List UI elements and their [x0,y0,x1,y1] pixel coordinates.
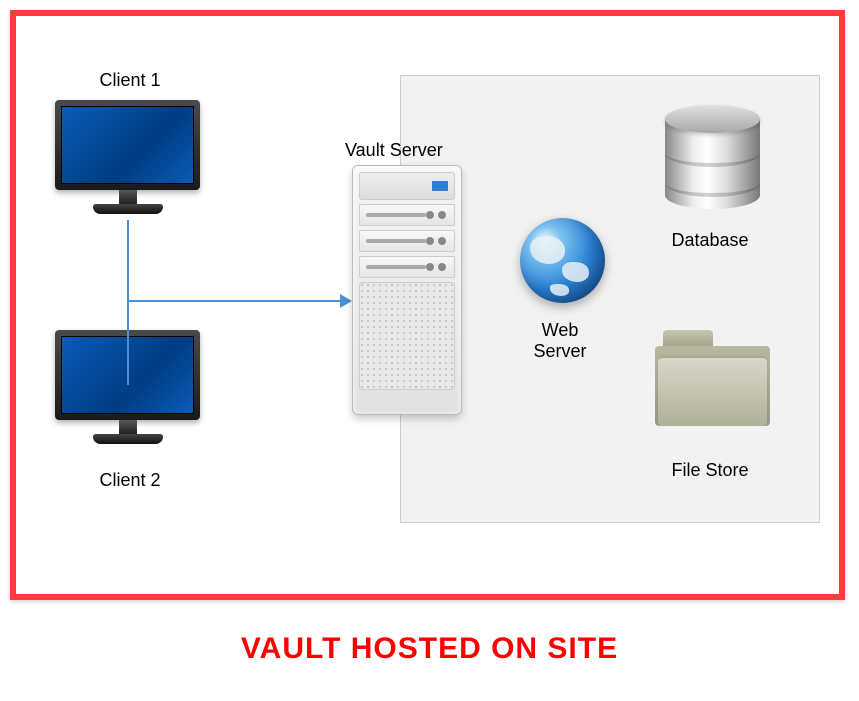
connector-line [127,300,342,302]
vault-server-label: Vault Server [345,140,485,161]
file-store-label: File Store [650,460,770,481]
folder-icon [655,330,770,425]
arrow-icon [340,294,352,308]
database-label: Database [650,230,770,251]
client1-label: Client 1 [75,70,185,91]
connector-line [127,220,129,385]
web-server-label: Web Server [510,320,610,362]
diagram-caption: VAULT HOSTED ON SITE [0,632,859,666]
database-icon [665,105,760,215]
globe-icon [520,218,605,303]
monitor-icon [55,100,200,220]
server-tower-icon [352,165,462,415]
client2-label: Client 2 [75,470,185,491]
